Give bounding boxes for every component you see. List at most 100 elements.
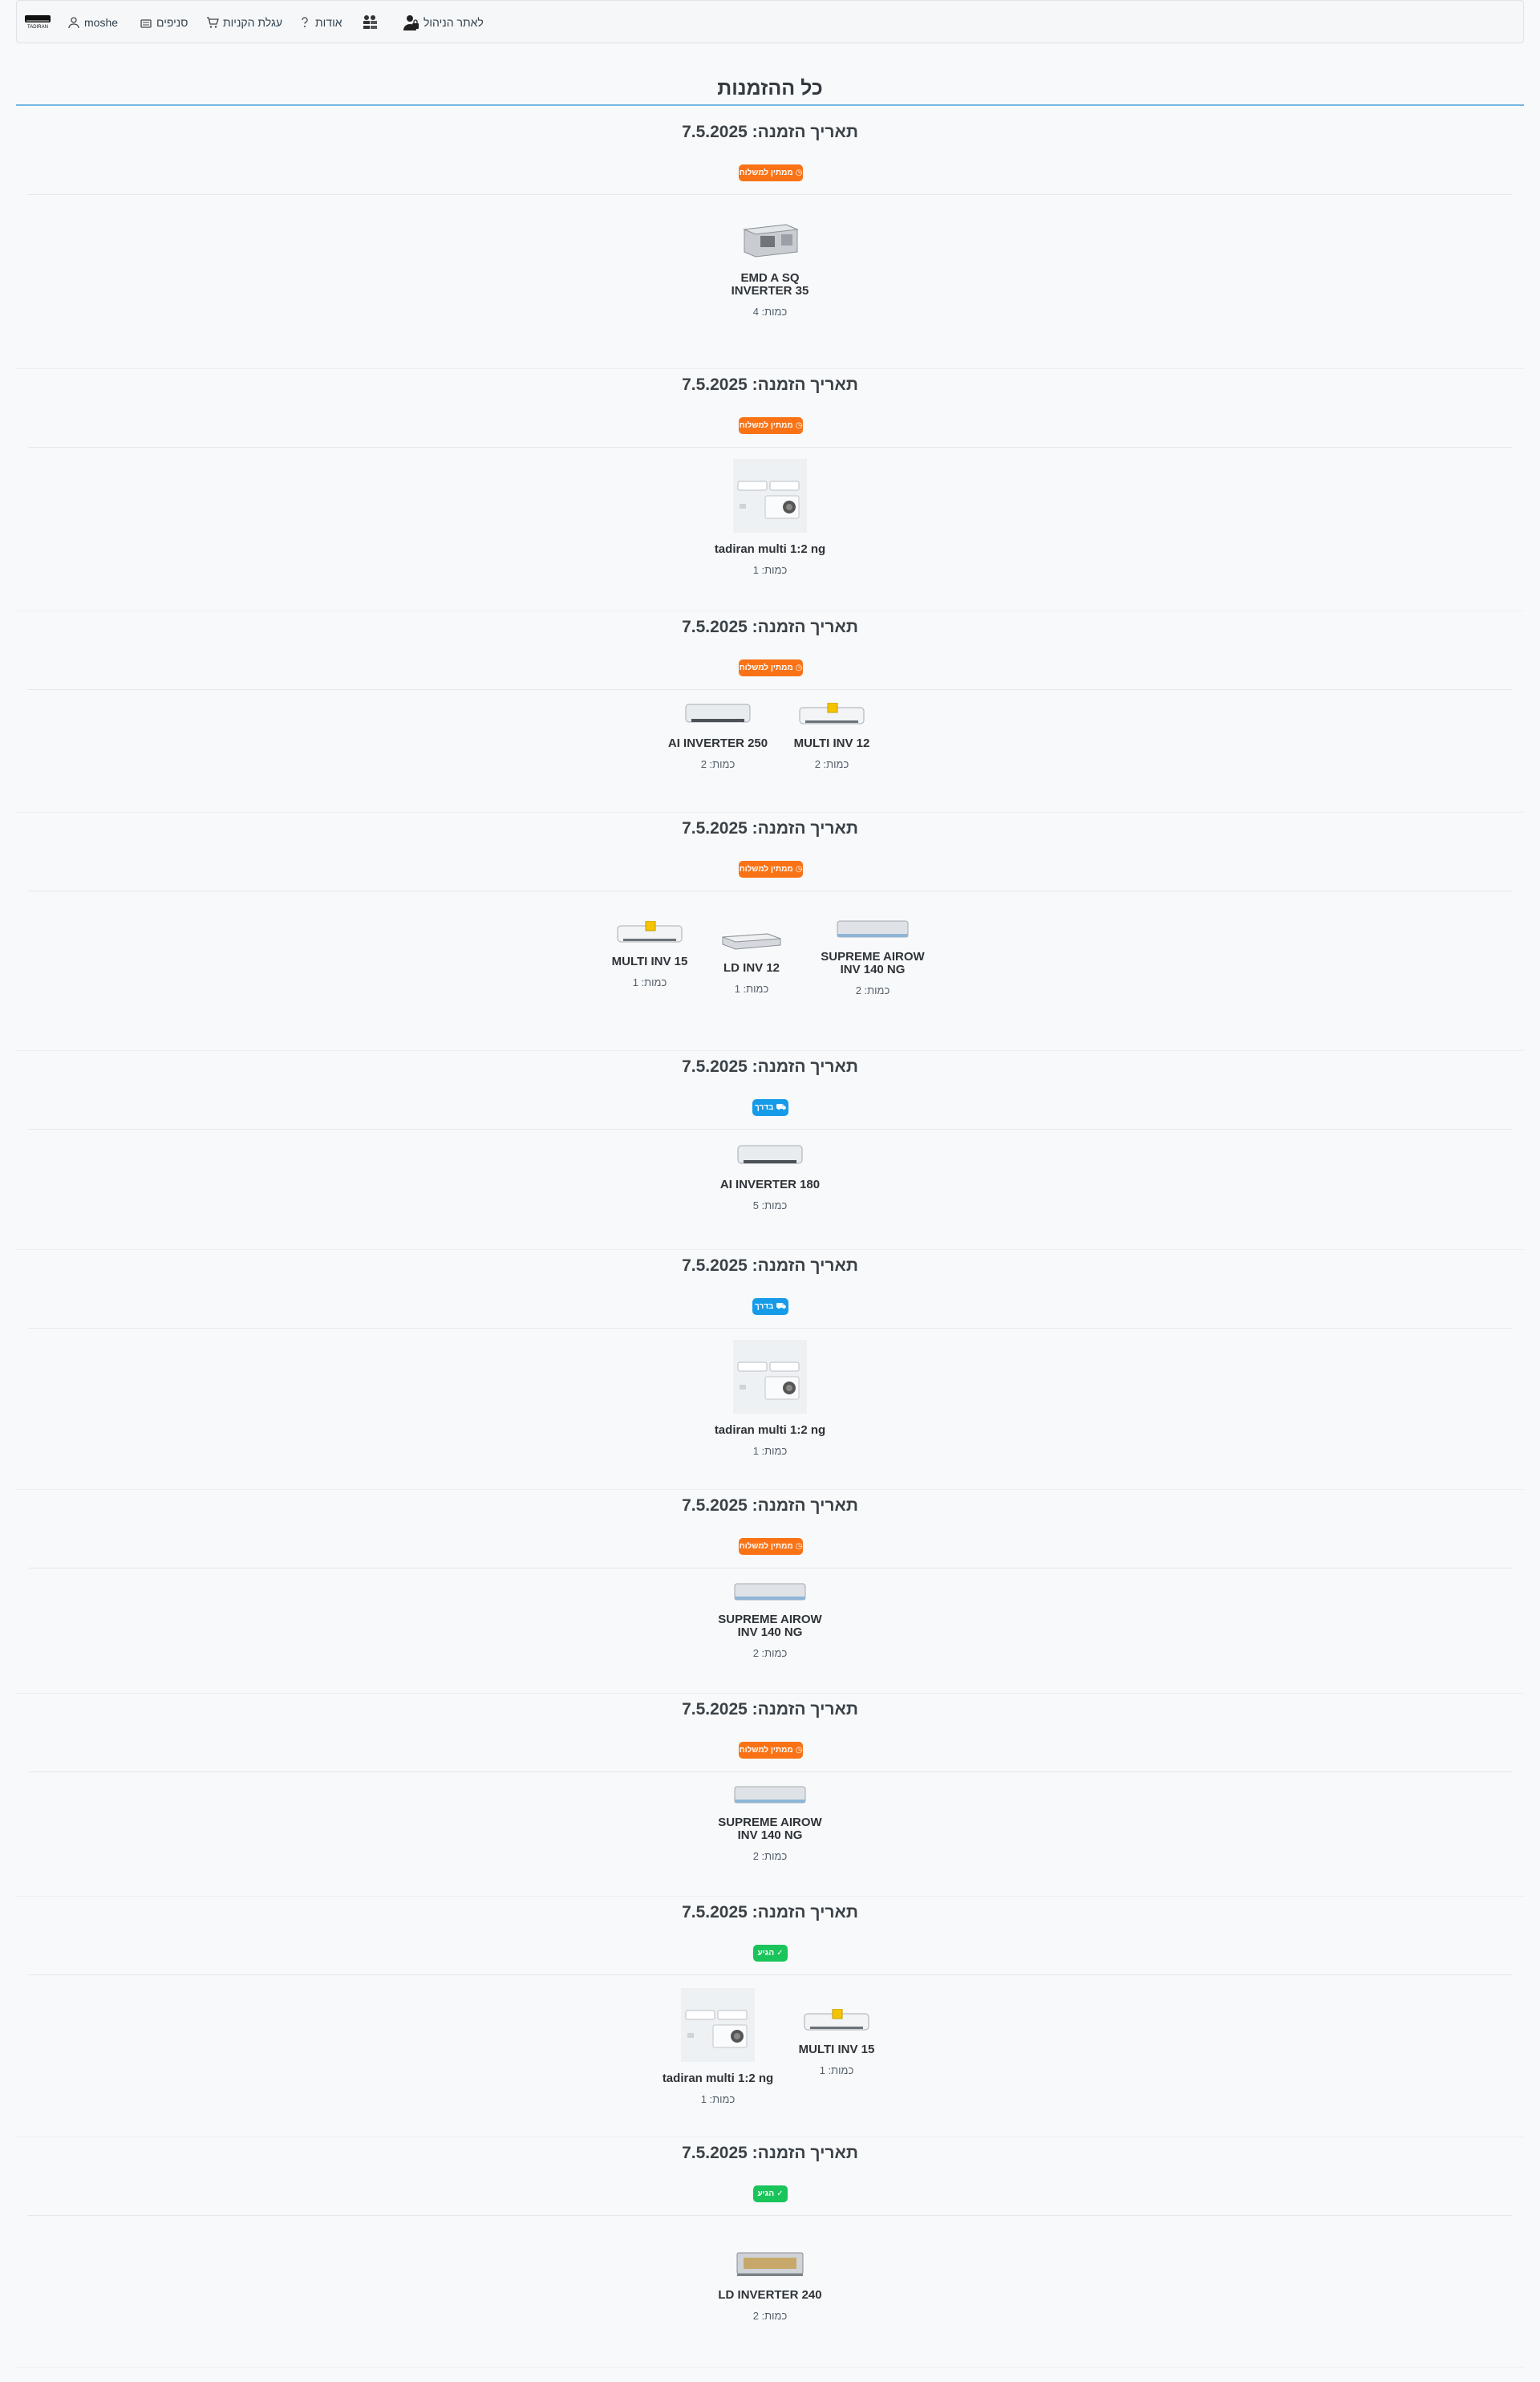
product-quantity: כמות: 2: [700, 758, 736, 770]
product-name: tadiran multi 1:2 ng: [714, 1423, 826, 1437]
order-status-label: ממתין למשלוח: [739, 1746, 793, 1755]
clock-icon: ◷: [795, 420, 803, 430]
order-divider: [28, 1771, 1512, 1772]
order-status-badge: ◷ ממתין למשלוח: [739, 417, 803, 434]
product-image: [733, 459, 807, 533]
order-date: תאריך הזמנה: 7.5.2025: [682, 123, 858, 141]
order-divider: [28, 689, 1512, 690]
clock-icon: ◷: [795, 168, 803, 177]
product-image: [737, 1145, 803, 1164]
product-image-wrapper: [586, 920, 714, 949]
order-item[interactable]: AI INVERTER 250 כמות: 2: [654, 703, 782, 770]
product-image: [736, 2252, 804, 2276]
truck-icon: ⛟: [776, 1301, 787, 1311]
product-quantity: כמות: 2: [814, 758, 849, 770]
product-image-wrapper: [768, 702, 896, 731]
order-divider: [28, 1328, 1512, 1329]
basket-icon: [140, 19, 152, 28]
nav-categories[interactable]: סניפים: [140, 15, 188, 30]
order-item[interactable]: tadiran multi 1:2 ng כמות: 1: [706, 1340, 834, 1457]
product-image: [734, 1786, 806, 1804]
order-item[interactable]: SUPREME AIROW INV 140 NG כמות: 2: [706, 1582, 834, 1659]
order-date: תאריך הזמנה: 7.5.2025: [682, 1496, 858, 1515]
product-image: [743, 224, 799, 258]
order-status-label: הגיע: [757, 1949, 775, 1958]
nav-workers[interactable]: [360, 15, 379, 30]
product-image-wrapper: [772, 2008, 901, 2037]
product-image-wrapper: [706, 1340, 834, 1418]
product-quantity: כמות: 2: [752, 1647, 788, 1659]
nav-user-label: moshe: [84, 16, 119, 29]
product-image-wrapper: [706, 218, 834, 266]
order-divider: [28, 1974, 1512, 1975]
order-item[interactable]: MULTI INV 15 כמות: 1: [586, 920, 714, 988]
order-item[interactable]: AI INVERTER 180 כמות: 5: [706, 1144, 834, 1211]
product-image: [685, 704, 751, 723]
product-image: [617, 920, 683, 943]
order-item[interactable]: LD INVERTER 240 כמות: 2: [706, 2250, 834, 2322]
order-status-badge: ◷ ממתין למשלוח: [739, 659, 803, 676]
product-quantity: כמות: 5: [752, 1199, 788, 1211]
order-date: תאריך הזמנה: 7.5.2025: [682, 2144, 858, 2162]
order-item[interactable]: SUPREME AIROW INV 140 NG כמות: 2: [808, 919, 937, 996]
workers-icon: [362, 15, 378, 29]
order-item[interactable]: tadiran multi 1:2 ng כמות: 1: [706, 459, 834, 576]
order-status-badge: ⛟ בדרך: [752, 1099, 788, 1116]
order-status-label: הגיע: [757, 2189, 775, 2198]
truck-icon: ⛟: [776, 1102, 787, 1112]
order-divider: [28, 2215, 1512, 2216]
order-item[interactable]: tadiran multi 1:2 ng כמות: 1: [654, 1988, 782, 2105]
order-date: תאריך הזמנה: 7.5.2025: [682, 1903, 858, 1921]
order-date: תאריך הזמנה: 7.5.2025: [682, 819, 858, 838]
product-image-wrapper: [654, 1988, 782, 2066]
product-quantity: כמות: 2: [752, 1850, 788, 1862]
product-name: tadiran multi 1:2 ng: [662, 2072, 774, 2085]
product-quantity: כמות: 1: [700, 2093, 736, 2105]
clock-icon: ◷: [795, 1745, 803, 1755]
nav-cart[interactable]: עגלת הקניות: [206, 15, 282, 30]
nav-about[interactable]: אודות: [298, 15, 342, 30]
nav-user[interactable]: moshe: [67, 15, 118, 30]
product-image: [799, 702, 865, 724]
order-status-badge: ✓ הגיע: [753, 2185, 788, 2202]
order-status-label: ממתין למשלוח: [739, 663, 793, 672]
order-date: תאריך הזמנה: 7.5.2025: [682, 375, 858, 394]
product-name: tadiran multi 1:2 ng: [714, 542, 826, 556]
order-status-label: ממתין למשלוח: [739, 421, 793, 430]
product-image: [681, 1988, 755, 2062]
product-quantity: כמות: 1: [752, 1445, 788, 1457]
product-name: SUPREME AIROW INV 140 NG: [718, 1613, 822, 1639]
product-name: AI INVERTER 180: [719, 1178, 821, 1191]
product-name: MULTI INV 15: [798, 2043, 875, 2056]
product-image: [733, 1340, 807, 1414]
order-status-badge: ⛟ בדרך: [752, 1298, 788, 1315]
product-image: [804, 2008, 869, 2031]
product-image: [722, 933, 781, 950]
order-status-label: ממתין למשלוח: [739, 1542, 793, 1551]
nav-about-label: אודות: [315, 16, 342, 29]
nav-cart-label: עגלת הקניות: [223, 16, 283, 29]
order-item[interactable]: SUPREME AIROW INV 140 NG כמות: 2: [706, 1785, 834, 1862]
product-quantity: כמות: 2: [752, 2310, 788, 2322]
product-name: LD INVERTER 240: [718, 2288, 822, 2302]
product-image: [837, 920, 909, 938]
order-status-badge: ◷ ממתין למשלוח: [739, 1742, 803, 1759]
order-item[interactable]: MULTI INV 12 כמות: 2: [768, 702, 896, 770]
nav-admin[interactable]: לאתר הניהול: [402, 15, 484, 30]
order-divider: [28, 194, 1512, 195]
nav-categories-label: סניפים: [156, 16, 188, 29]
product-quantity: כמות: 1: [819, 2064, 854, 2076]
product-name: AI INVERTER 250: [667, 737, 768, 750]
product-name: SUPREME AIROW INV 140 NG: [821, 950, 925, 976]
order-status-badge: ✓ הגיע: [753, 1945, 788, 1962]
order-item[interactable]: EMD A SQ INVERTER 35 כמות: 4: [706, 218, 834, 318]
order-status-label: ממתין למשלוח: [739, 865, 793, 874]
order-date: תאריך הזמנה: 7.5.2025: [682, 1057, 858, 1076]
order-item[interactable]: MULTI INV 15 כמות: 1: [772, 2008, 901, 2076]
product-quantity: כמות: 1: [752, 564, 788, 576]
nav-admin-label: לאתר הניהול: [424, 16, 484, 29]
brand-logo[interactable]: TADIRAN: [25, 14, 52, 30]
title-divider: [16, 104, 1524, 106]
product-quantity: כמות: 2: [855, 984, 890, 996]
svg-text:TADIRAN: TADIRAN: [27, 25, 48, 30]
